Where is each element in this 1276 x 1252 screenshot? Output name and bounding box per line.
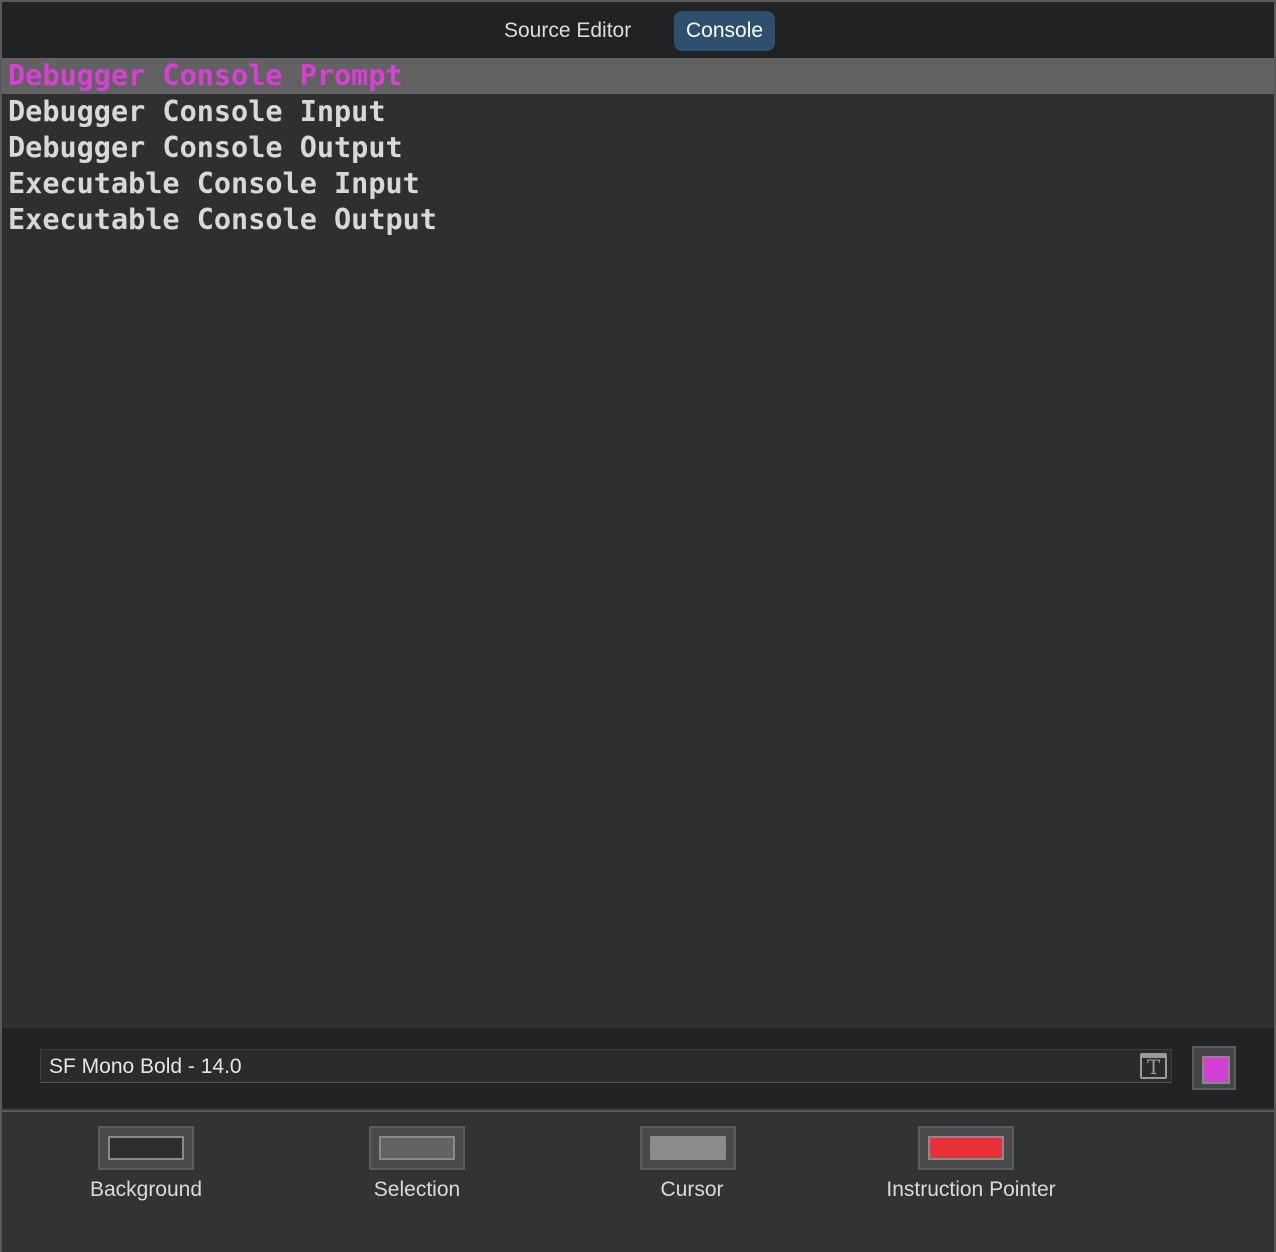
selection-color-well[interactable] xyxy=(369,1126,465,1170)
cursor-label: Cursor xyxy=(660,1178,724,1201)
cursor-color-well[interactable] xyxy=(640,1126,736,1170)
instruction-pointer-swatch xyxy=(928,1136,1004,1160)
color-settings: Background Selection Cursor Instruction … xyxy=(2,1110,1274,1252)
background-swatch xyxy=(108,1136,184,1160)
list-item-executable-console-input[interactable]: Executable Console Input xyxy=(2,166,1274,202)
tab-source-editor[interactable]: Source Editor xyxy=(492,11,643,51)
tab-bar: Source Editor Console xyxy=(2,2,1274,58)
list-item-debugger-console-output[interactable]: Debugger Console Output xyxy=(2,130,1274,166)
background-color-well[interactable] xyxy=(98,1126,194,1170)
list-item-debugger-console-input[interactable]: Debugger Console Input xyxy=(2,94,1274,130)
list-item-debugger-console-prompt[interactable]: Debugger Console Prompt xyxy=(2,58,1274,94)
cursor-swatch xyxy=(650,1136,726,1160)
selection-label: Selection xyxy=(373,1178,461,1201)
list-item-executable-console-output[interactable]: Executable Console Output xyxy=(2,202,1274,238)
instruction-pointer-color-well[interactable] xyxy=(918,1126,1014,1170)
font-bar: SF Mono Bold - 14.0 T xyxy=(2,1028,1274,1108)
text-color-swatch xyxy=(1202,1056,1230,1084)
console-theme-panel: Source Editor Console Debugger Console P… xyxy=(2,2,1274,1252)
background-label: Background xyxy=(89,1178,203,1201)
text-color-well[interactable] xyxy=(1192,1046,1236,1090)
font-value: SF Mono Bold - 14.0 xyxy=(49,1055,242,1078)
font-field[interactable]: SF Mono Bold - 14.0 T xyxy=(40,1049,1172,1083)
font-panel-icon[interactable]: T xyxy=(1140,1053,1167,1079)
console-items-list: Debugger Console Prompt Debugger Console… xyxy=(2,58,1274,1028)
tab-console[interactable]: Console xyxy=(674,11,776,51)
selection-swatch xyxy=(379,1136,455,1160)
instruction-pointer-label: Instruction Pointer xyxy=(886,1178,1056,1201)
